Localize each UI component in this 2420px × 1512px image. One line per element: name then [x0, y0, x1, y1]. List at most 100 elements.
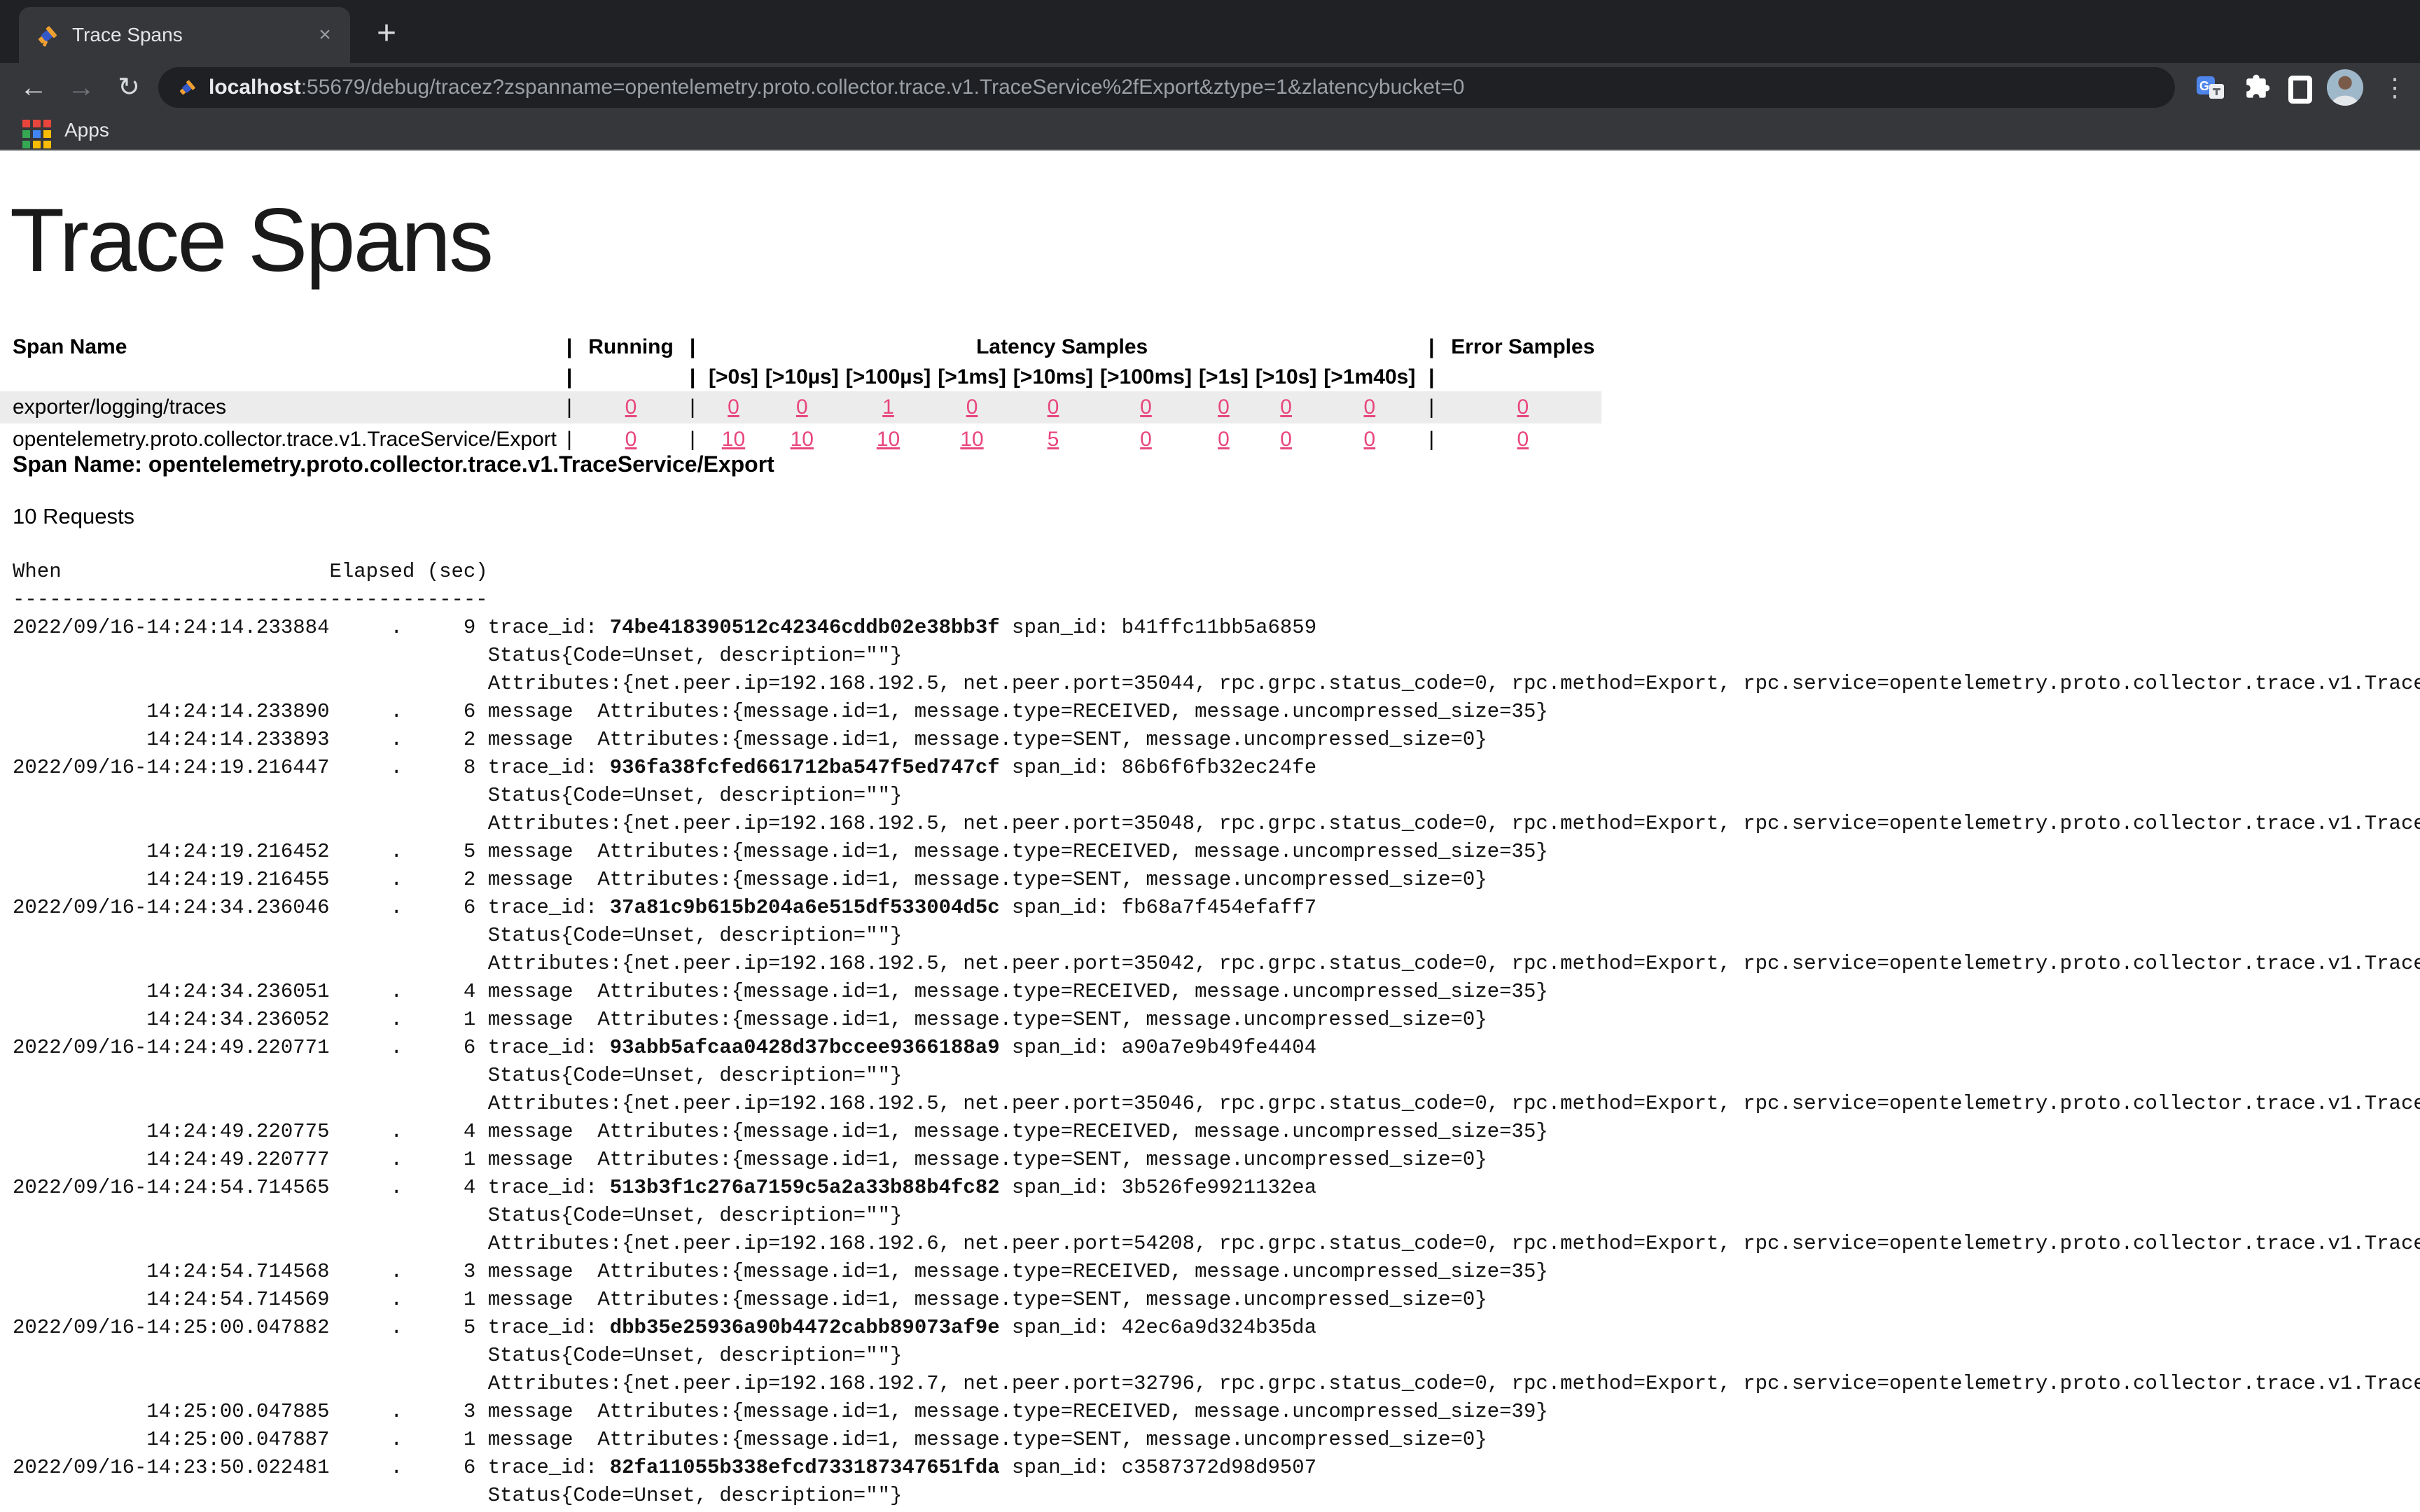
- empty-cell: [0, 363, 557, 391]
- latency-sample-link[interactable]: 10: [791, 428, 814, 451]
- log-message-line: 14:24:14.233893 . 2 message Attributes:{…: [13, 728, 1487, 751]
- log-attributes-line: Attributes:{net.peer.ip=192.168.192.7, n…: [13, 1372, 2420, 1395]
- span-summary-table: Span Name | Running | Latency Samples | …: [0, 331, 1601, 456]
- latency-sample-cell: 0: [1320, 391, 1419, 424]
- latency-sample-cell: 0: [1195, 391, 1252, 424]
- span-name-cell: exporter/logging/traces: [0, 391, 557, 424]
- empty-cell: [1444, 363, 1601, 391]
- apps-grid-icon[interactable]: [22, 120, 51, 148]
- log-status-line: Status{Code=Unset, description=""}: [13, 784, 902, 807]
- latency-sample-link[interactable]: 0: [1280, 396, 1292, 419]
- error-sample-link[interactable]: 0: [1517, 396, 1529, 419]
- log-trace-line: 2022/09/16-14:24:54.714565 . 4 trace_id:…: [13, 1176, 1316, 1199]
- table-header-row: Span Name | Running | Latency Samples | …: [0, 331, 1601, 363]
- latency-sample-link[interactable]: 0: [1364, 428, 1376, 451]
- error-sample-cell: 0: [1444, 391, 1601, 424]
- column-divider: |: [680, 331, 705, 363]
- latency-bucket-header-row: ||[>0s][>10µs][>100µs][>1ms][>10ms][>100…: [0, 363, 1601, 391]
- latency-sample-cell: 0: [1010, 391, 1097, 424]
- side-panel-icon[interactable]: [2288, 76, 2312, 104]
- latency-sample-link[interactable]: 10: [877, 428, 900, 451]
- log-column-header: When Elapsed (sec): [13, 560, 488, 583]
- back-button[interactable]: ←: [14, 69, 53, 108]
- log-status-line: Status{Code=Unset, description=""}: [13, 1064, 902, 1087]
- log-trace-line: 2022/09/16-14:25:00.047882 . 5 trace_id:…: [13, 1316, 1316, 1339]
- latency-sample-link[interactable]: 0: [728, 396, 739, 419]
- browser-menu-icon[interactable]: ⋮: [2382, 69, 2407, 106]
- latency-sample-cell: 10: [934, 424, 1010, 456]
- tab-close-icon[interactable]: ×: [310, 20, 340, 50]
- latency-sample-cell: 0: [1252, 391, 1321, 424]
- latency-sample-link[interactable]: 5: [1048, 428, 1059, 451]
- page-content: Trace Spans Span Name | Running | Latenc…: [0, 150, 2420, 1512]
- latency-sample-cell: 0: [1097, 424, 1195, 456]
- browser-toolbar: ← → ↻ localhost:55679/debug/tracez?zspan…: [0, 63, 2420, 112]
- log-trace-line: 2022/09/16-14:24:14.233884 . 9 trace_id:…: [13, 616, 1316, 639]
- tab-strip: Trace Spans × +: [0, 0, 2420, 63]
- log-message-line: 14:24:14.233890 . 6 message Attributes:{…: [13, 700, 1548, 723]
- running-count-link[interactable]: 0: [625, 428, 637, 451]
- log-status-line: Status{Code=Unset, description=""}: [13, 1344, 902, 1367]
- new-tab-button[interactable]: +: [364, 13, 409, 57]
- latency-sample-link[interactable]: 10: [960, 428, 983, 451]
- latency-sample-link[interactable]: 0: [1140, 428, 1152, 451]
- latency-sample-link[interactable]: 1: [882, 396, 894, 419]
- log-attributes-line: Attributes:{net.peer.ip=192.168.192.5, n…: [13, 952, 2420, 975]
- apps-bookmark[interactable]: Apps: [64, 119, 109, 141]
- latency-sample-link[interactable]: 0: [796, 396, 808, 419]
- latency-sample-link[interactable]: 0: [1280, 428, 1292, 451]
- log-status-line: Status{Code=Unset, description=""}: [13, 924, 902, 947]
- latency-sample-link[interactable]: 10: [722, 428, 745, 451]
- log-message-line: 14:24:34.236052 . 1 message Attributes:{…: [13, 1008, 1487, 1031]
- latency-sample-link[interactable]: 0: [1364, 396, 1376, 419]
- log-trace-line: 2022/09/16-14:24:49.220771 . 6 trace_id:…: [13, 1036, 1316, 1059]
- forward-button: →: [62, 69, 101, 108]
- log-attributes-line: Attributes:{net.peer.ip=192.168.192.5, n…: [13, 812, 2420, 835]
- column-divider: |: [1419, 363, 1444, 391]
- latency-sample-link[interactable]: 0: [1140, 396, 1152, 419]
- column-divider: |: [557, 363, 582, 391]
- url-host: localhost: [209, 76, 301, 99]
- log-trace-line: 2022/09/16-14:24:34.236046 . 6 trace_id:…: [13, 896, 1316, 919]
- url-bar[interactable]: localhost:55679/debug/tracez?zspanname=o…: [158, 67, 2175, 108]
- log-trace-line: 2022/09/16-14:23:50.022481 . 6 trace_id:…: [13, 1456, 1316, 1479]
- latency-sample-cell: 0: [1252, 424, 1321, 456]
- latency-sample-link[interactable]: 0: [1048, 396, 1059, 419]
- tab-title: Trace Spans: [72, 24, 310, 46]
- reload-button[interactable]: ↻: [109, 69, 148, 108]
- latency-sample-link[interactable]: 0: [1218, 428, 1230, 451]
- log-status-line: Status{Code=Unset, description=""}: [13, 644, 902, 667]
- latency-sample-cell: 0: [705, 391, 762, 424]
- latency-bucket-label: [>10ms]: [1010, 363, 1097, 391]
- error-sample-link[interactable]: 0: [1517, 428, 1529, 451]
- running-count-cell: 0: [582, 391, 680, 424]
- profile-avatar[interactable]: [2326, 69, 2364, 106]
- log-message-line: 14:24:19.216452 . 5 message Attributes:{…: [13, 840, 1548, 863]
- latency-bucket-label: [>1ms]: [934, 363, 1010, 391]
- translate-icon[interactable]: G: [2195, 72, 2226, 103]
- col-header-latency-samples: Latency Samples: [705, 331, 1419, 363]
- latency-bucket-label: [>0s]: [705, 363, 762, 391]
- latency-sample-link[interactable]: 0: [1218, 396, 1230, 419]
- latency-sample-cell: 0: [1097, 391, 1195, 424]
- latency-bucket-label: [>10µs]: [762, 363, 842, 391]
- running-count-link[interactable]: 0: [625, 396, 637, 419]
- latency-sample-cell: 0: [1320, 424, 1419, 456]
- latency-sample-link[interactable]: 0: [966, 396, 978, 419]
- column-divider: |: [1419, 331, 1444, 363]
- log-message-line: 14:24:19.216455 . 2 message Attributes:{…: [13, 868, 1487, 891]
- trace-id-value: 93abb5afcaa0428d37bccee9366188a9: [610, 1036, 1000, 1059]
- telescope-favicon-icon: [34, 22, 60, 48]
- browser-tab[interactable]: Trace Spans ×: [19, 7, 350, 63]
- column-divider: |: [557, 331, 582, 363]
- log-message-line: 14:24:54.714569 . 1 message Attributes:{…: [13, 1288, 1487, 1311]
- latency-bucket-label: [>100µs]: [842, 363, 935, 391]
- col-header-running: Running: [582, 331, 680, 363]
- latency-sample-cell: 0: [762, 391, 842, 424]
- latency-sample-cell: 10: [842, 424, 935, 456]
- col-header-error-samples: Error Samples: [1444, 331, 1601, 363]
- table-row: exporter/logging/traces|0|001000000|0: [0, 391, 1601, 424]
- extensions-puzzle-icon[interactable]: [2241, 72, 2272, 103]
- latency-sample-cell: 5: [1010, 424, 1097, 456]
- column-divider: |: [1419, 391, 1444, 424]
